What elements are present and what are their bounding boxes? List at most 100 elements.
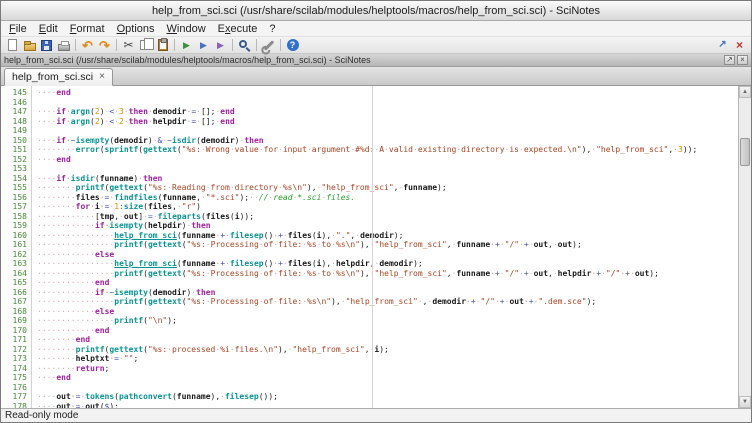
code-token: for· <box>76 202 95 211</box>
open-file-button[interactable] <box>21 38 38 53</box>
code-line[interactable]: ············if·~isempty(demodir)·then <box>37 288 738 298</box>
code-token: &· <box>158 136 168 145</box>
new-file-button[interactable] <box>4 38 21 53</box>
close-button[interactable]: × <box>731 38 748 53</box>
code-token: "r" <box>182 202 196 211</box>
line-number: 147 <box>1 107 27 117</box>
code-line[interactable]: ····if·argn(2)·<·3·then·demodir·=·[];·en… <box>37 107 738 117</box>
code-line[interactable]: ····out·=·out($); <box>37 402 738 409</box>
whitespace-dot: · <box>302 297 307 306</box>
status-text: Read-only mode <box>5 410 78 421</box>
code-token: printf <box>114 240 143 249</box>
dock-title-bar[interactable]: help_from_sci.sci (/usr/share/scilab/mod… <box>1 54 751 67</box>
menu-format[interactable]: Format <box>64 22 111 36</box>
preferences-button[interactable] <box>260 38 277 53</box>
code-lines[interactable]: ····end ····if·argn(2)·<·3·then·demodir·… <box>32 86 738 408</box>
execute-selection-button[interactable]: ▶ <box>212 38 229 53</box>
help-button[interactable]: ? <box>284 38 301 53</box>
code-line[interactable]: ············if·isempty(helpdir)·then <box>37 221 738 231</box>
code-line[interactable]: ········helptxt·=·""; <box>37 354 738 364</box>
scroll-up-icon[interactable]: ▲ <box>739 86 751 98</box>
code-line[interactable]: ········printf(gettext("%s:·Reading·from… <box>37 183 738 193</box>
title-bar[interactable]: help_from_sci.sci (/usr/share/scilab/mod… <box>1 1 751 21</box>
code-line[interactable]: ····out·=·tokens(pathconvert(funname),·f… <box>37 392 738 402</box>
code-line[interactable]: ····end <box>37 88 738 98</box>
find-button[interactable] <box>236 38 253 53</box>
cut-button[interactable]: ✂ <box>120 38 137 53</box>
code-line[interactable]: ············[tmp,·out]·=·fileparts(files… <box>37 212 738 222</box>
dock-close-button[interactable]: × <box>737 55 748 65</box>
code-token: ···· <box>37 88 56 97</box>
code-line[interactable]: ············else <box>37 307 738 317</box>
code-line[interactable]: ················help_from_sci(funname·+·… <box>37 231 738 241</box>
line-number: 155 <box>1 183 27 193</box>
dock-undock-button[interactable]: ↗ <box>724 55 735 65</box>
undock-button[interactable]: ↗ <box>714 38 731 53</box>
code-line[interactable]: ········for·i·=·1:size(files,·"r") <box>37 202 738 212</box>
scroll-down-icon[interactable]: ▼ <box>739 396 751 408</box>
code-line[interactable]: ····if·~isempty(demodir)·&·~isdir(demodi… <box>37 136 738 146</box>
code-token: isdir <box>172 136 196 145</box>
menu-help[interactable]: ? <box>263 22 281 36</box>
editor[interactable]: 1451461471481491501511521531541551561571… <box>1 86 751 408</box>
line-number: 166 <box>1 288 27 298</box>
code-token: 2· <box>119 117 129 126</box>
menu-edit[interactable]: Edit <box>33 22 64 36</box>
code-line[interactable]: ················printf("\n"); <box>37 316 738 326</box>
code-token: ); <box>437 183 447 192</box>
code-line[interactable]: ········files·=·findfiles(funname,·"*.sc… <box>37 193 738 203</box>
code-line[interactable]: ················help_from_sci(funname·+·… <box>37 259 738 269</box>
vertical-scrollbar[interactable]: ▲ ▼ <box>738 86 751 408</box>
tab-help-from-sci-sci[interactable]: help_from_sci.sci × <box>4 68 113 86</box>
code-line[interactable]: ············end <box>37 326 738 336</box>
code-line[interactable]: ················printf(gettext("%s:·Proc… <box>37 297 738 307</box>
code-line[interactable]: ········return; <box>37 364 738 374</box>
scrollbar-track[interactable] <box>739 98 751 396</box>
code-line[interactable]: ····if·isdir(funname)·then <box>37 174 738 184</box>
code-line[interactable]: ····if·argn(2)·<·2·then·helpdir·=·[];·en… <box>37 117 738 127</box>
code-line[interactable] <box>37 383 738 393</box>
code-line[interactable]: ····end <box>37 373 738 383</box>
print-button[interactable] <box>55 38 72 53</box>
code-token: files <box>206 212 230 221</box>
tab-close-icon[interactable]: × <box>99 72 105 82</box>
code-token: end <box>56 373 70 382</box>
code-line[interactable]: ········error(sprintf(gettext("%s:·Wrong… <box>37 145 738 155</box>
save-file-button[interactable] <box>38 38 55 53</box>
code-line[interactable]: ········printf(gettext("%s:·processed·%i… <box>37 345 738 355</box>
code-token: gettext <box>109 345 143 354</box>
code-line[interactable]: ············end <box>37 278 738 288</box>
redo-button[interactable]: ↷ <box>96 38 113 53</box>
whitespace-dot: · <box>273 269 278 278</box>
code-token: funname· <box>456 240 495 249</box>
paste-button[interactable] <box>154 38 171 53</box>
undo-button[interactable]: ↶ <box>79 38 96 53</box>
code-token: ()· <box>264 259 278 268</box>
code-token: ]· <box>138 212 148 221</box>
code-line[interactable] <box>37 164 738 174</box>
code-token: ),· <box>582 145 596 154</box>
code-line[interactable]: ················printf(gettext("%s:·Proc… <box>37 269 738 279</box>
code-token: +· <box>596 269 606 278</box>
scrollbar-thumb[interactable] <box>740 138 750 166</box>
menu-execute[interactable]: Execute <box>212 22 264 36</box>
code-line[interactable]: ····end <box>37 155 738 165</box>
toolbar-separator <box>256 39 257 51</box>
code-token: );·· <box>239 193 258 202</box>
save-and-execute-button[interactable]: ▶ <box>195 38 212 53</box>
menu-window[interactable]: Window <box>161 22 212 36</box>
code-token: error <box>76 145 100 154</box>
menu-options[interactable]: Options <box>111 22 161 36</box>
dock-buttons: ↗× <box>724 55 748 65</box>
code-token: ················ <box>37 297 114 306</box>
code-line[interactable]: ············else <box>37 250 738 260</box>
code-line[interactable] <box>37 98 738 108</box>
execute-file-button[interactable]: ▶ <box>178 38 195 53</box>
menu-file[interactable]: File <box>3 22 33 36</box>
code-line[interactable] <box>37 126 738 136</box>
copy-button[interactable] <box>137 38 154 53</box>
code-token: ; <box>105 364 110 373</box>
code-token: printf <box>114 316 143 325</box>
code-line[interactable]: ················printf(gettext("%s:·Proc… <box>37 240 738 250</box>
code-line[interactable]: ········end <box>37 335 738 345</box>
